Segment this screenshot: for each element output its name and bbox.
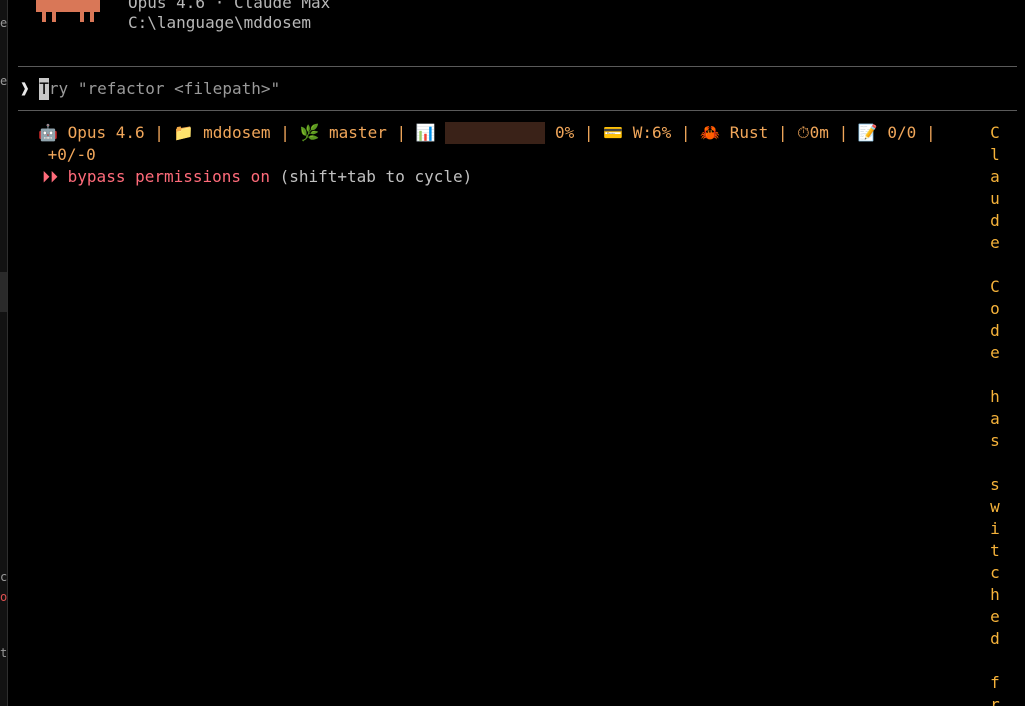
vertical-notice-char: d	[990, 629, 1000, 648]
vertical-notice-char: a	[990, 409, 1000, 428]
side-panel-fragment: c	[0, 570, 8, 584]
vertical-notice-char	[988, 452, 1002, 474]
claude-mascot-icon	[36, 0, 100, 22]
vertical-notice-char: C	[990, 123, 1000, 142]
status-separator: |	[925, 123, 936, 142]
permission-mode-hint: (shift+tab to cycle)	[279, 167, 473, 186]
context-percent: 0%	[554, 123, 575, 142]
card-icon: 💳	[603, 123, 624, 142]
vertical-notice-char: h	[990, 387, 1000, 406]
status-separator: |	[777, 123, 788, 142]
vertical-notice-char	[988, 254, 1002, 276]
vertical-notice-char	[988, 650, 1002, 672]
context-usage-bar	[445, 122, 546, 144]
permission-mode-label: bypass permissions on	[67, 167, 270, 186]
side-panel-fragment: o	[0, 590, 8, 604]
vertical-notice: Claude Code has switched fr	[988, 122, 1002, 706]
divider-bottom	[18, 110, 1017, 111]
divider-top	[18, 66, 1017, 67]
vertical-notice-char: e	[990, 233, 1000, 252]
vertical-notice-char: o	[990, 299, 1000, 318]
text-cursor: T	[39, 78, 49, 100]
permission-mode: ⏵⏵ bypass permissions on (shift+tab to c…	[42, 166, 472, 188]
status-separator: |	[583, 123, 594, 142]
task-count: 0/0	[887, 123, 917, 142]
prompt-input[interactable]: ❱ Try "refactor <filepath>"	[20, 78, 280, 100]
status-branch: master	[329, 123, 387, 142]
vertical-notice-char: f	[990, 673, 1000, 692]
vertical-notice-char: a	[990, 167, 1000, 186]
vertical-notice-char: e	[990, 343, 1000, 362]
vertical-notice-char: h	[990, 585, 1000, 604]
status-folder: mddosem	[203, 123, 271, 142]
vertical-notice-char: d	[990, 321, 1000, 340]
fast-forward-icon: ⏵⏵	[42, 167, 59, 186]
status-separator: |	[280, 123, 290, 142]
terminal-window[interactable]: Opus 4.6 · Claude Max C:\language\mddose…	[8, 0, 1025, 706]
vertical-notice-char: e	[990, 607, 1000, 626]
status-line: 🤖 Opus 4.6 | 📁 mddosem | 🌿 master | 📊 0%…	[38, 122, 988, 166]
timer-icon: ⏱	[797, 123, 810, 142]
vertical-notice-char: t	[990, 541, 1000, 560]
vertical-notice-char: s	[990, 475, 1000, 494]
weekly-usage: W:6%	[632, 123, 672, 142]
vertical-notice-char: l	[990, 145, 1000, 164]
status-separator: |	[396, 123, 407, 142]
elapsed-time: 0m	[809, 123, 829, 142]
prompt-chevron-icon: ❱	[20, 79, 30, 98]
status-language: Rust	[729, 123, 769, 142]
status-model: Opus 4.6	[67, 123, 145, 142]
diff-count: +0/-0	[47, 145, 96, 164]
branch-icon: 🌿	[299, 123, 320, 142]
side-panel-fragment: es	[0, 16, 8, 30]
prompt-placeholder: ry "refactor <filepath>"	[48, 79, 281, 98]
side-panel-fragment: ec	[0, 74, 8, 88]
folder-icon: 📁	[173, 123, 194, 142]
status-separator: |	[154, 123, 164, 142]
vertical-notice-char: r	[990, 695, 1000, 706]
vertical-notice-char: s	[990, 431, 1000, 450]
side-panel-edge: es ec c o t	[0, 0, 8, 706]
memo-icon: 📝	[857, 123, 878, 142]
side-panel-fragment: t	[0, 646, 8, 660]
robot-icon: 🤖	[38, 123, 58, 142]
status-separator: |	[680, 123, 691, 142]
chart-icon: 📊	[415, 123, 436, 142]
vertical-notice-char	[988, 364, 1002, 386]
crab-icon: 🦀	[700, 123, 721, 142]
working-directory: C:\language\mddosem	[128, 13, 312, 32]
vertical-notice-char: C	[990, 277, 1000, 296]
vertical-notice-char: i	[990, 519, 1000, 538]
vertical-notice-char: u	[990, 189, 1000, 208]
status-separator: |	[838, 123, 849, 142]
side-panel-highlight	[0, 272, 7, 312]
vertical-notice-char: c	[990, 563, 1000, 582]
vertical-notice-char: w	[990, 497, 1000, 516]
vertical-notice-char: d	[990, 211, 1000, 230]
